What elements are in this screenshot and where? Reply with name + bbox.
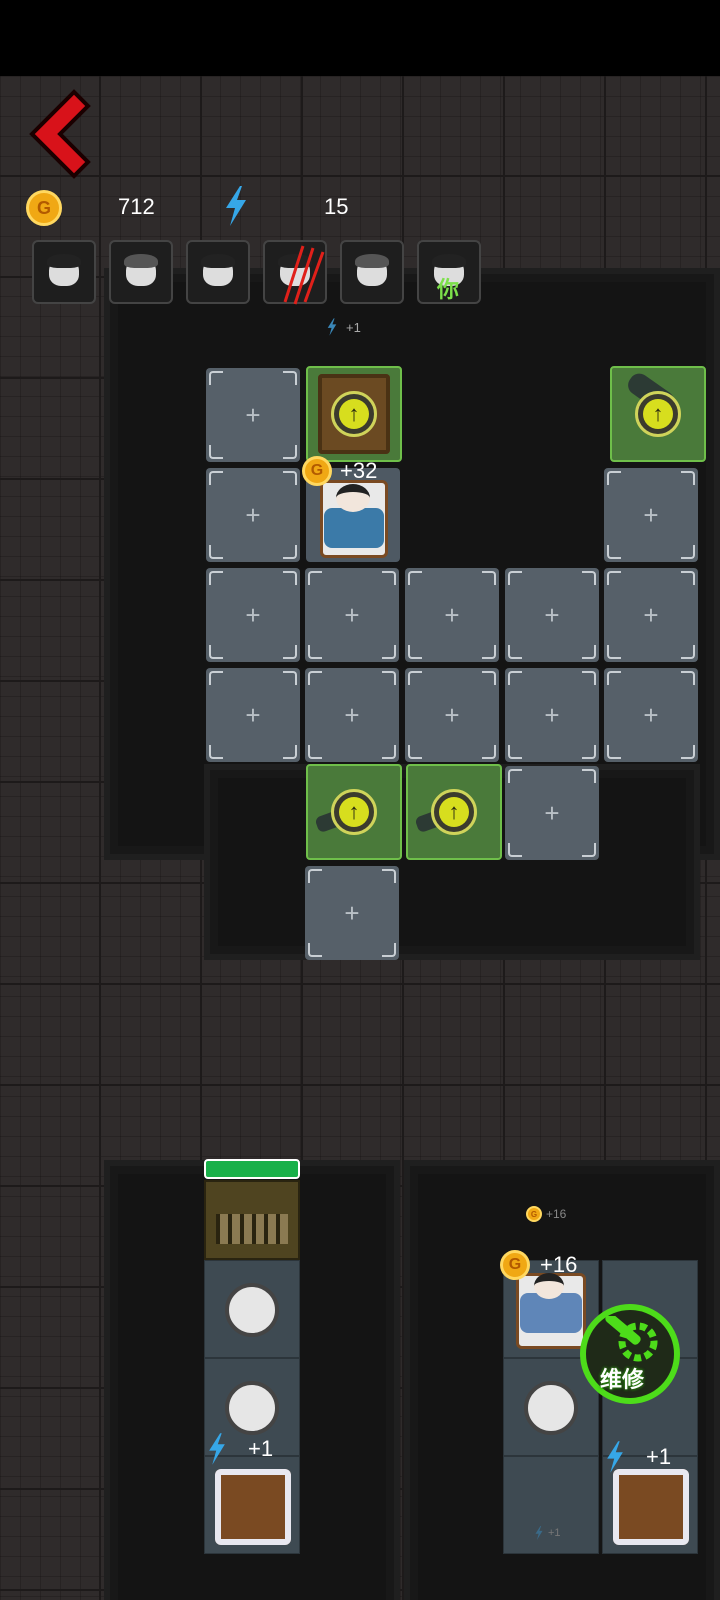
claw-scratch-icon (283, 245, 325, 305)
empty-build-slot[interactable]: + (405, 668, 499, 762)
generator-icon (215, 1469, 291, 1545)
generator-tile[interactable] (204, 1456, 300, 1554)
empty-build-slot[interactable]: + (604, 568, 698, 662)
empty-build-slot[interactable]: + (305, 668, 399, 762)
lightning-icon (607, 1441, 623, 1473)
empty-build-slot[interactable]: + (604, 468, 698, 562)
back-button[interactable] (22, 86, 94, 182)
you-label: 你 (437, 278, 460, 303)
empty-build-slot[interactable]: + (206, 668, 300, 762)
sleeper-face (336, 484, 370, 512)
door-upgrade-tile[interactable]: ↑ (306, 366, 402, 462)
upgrade-arrow-icon: ↑ (635, 391, 681, 437)
energy-gain-indicator: +1 (326, 318, 361, 336)
gate-hp-bar (204, 1159, 300, 1179)
gold-coin-icon: G (500, 1250, 530, 1280)
avatar-survivor-girl-2[interactable] (340, 240, 404, 304)
drill-icon (225, 1283, 279, 1337)
drill-tile[interactable] (204, 1260, 300, 1358)
plus-icon: + (344, 699, 360, 730)
empty-build-slot[interactable]: + (206, 568, 300, 662)
plus-icon: + (544, 699, 560, 730)
plus-icon: + (544, 797, 560, 828)
plus-icon: + (245, 399, 261, 430)
coin-gain-indicator: G +32 (302, 456, 377, 486)
blanket (324, 508, 384, 548)
plus-icon: + (344, 897, 360, 928)
back-arrow-icon (29, 89, 91, 179)
empty-build-slot[interactable]: + (505, 568, 599, 662)
plus-icon: + (444, 699, 460, 730)
avatar-survivor-you[interactable]: 你 (417, 240, 481, 304)
upgrade-arrow-icon: ↑ (431, 789, 477, 835)
lightning-icon (327, 318, 337, 336)
face-icon (124, 254, 158, 286)
face-icon (355, 254, 389, 286)
empty-build-slot[interactable]: + (305, 866, 399, 960)
drill-icon (225, 1381, 279, 1435)
energy-gain-indicator: +1 (206, 1432, 273, 1466)
plus-icon: + (643, 499, 659, 530)
lightning-icon (535, 1526, 543, 1540)
empty-build-slot[interactable]: + (305, 568, 399, 662)
plus-icon: + (245, 699, 261, 730)
repair-label: 维修 (600, 1368, 645, 1393)
plus-icon: + (344, 599, 360, 630)
gate-door[interactable] (204, 1180, 300, 1260)
plus-icon: + (444, 599, 460, 630)
empty-build-slot[interactable]: + (505, 668, 599, 762)
coin-count: 712 (118, 194, 155, 219)
avatar-survivor-boy[interactable] (32, 240, 96, 304)
plus-icon: + (643, 599, 659, 630)
empty-build-slot[interactable]: + (505, 766, 599, 860)
plus-icon: + (245, 599, 261, 630)
drill-icon (524, 1381, 578, 1435)
generator-icon (613, 1469, 689, 1545)
lightning-icon (209, 1433, 225, 1465)
turret-upgrade-tile[interactable]: ↑ (610, 366, 706, 462)
turret-upgrade-tile[interactable]: ↑ (406, 764, 502, 860)
energy-count: 15 (324, 194, 349, 219)
gold-coin-icon: G (526, 1206, 542, 1222)
empty-build-slot[interactable]: + (405, 568, 499, 662)
gold-coin-icon: G (26, 190, 62, 226)
blanket (520, 1293, 582, 1333)
plus-icon: + (643, 699, 659, 730)
avatar-survivor-girl-bun[interactable] (109, 240, 173, 304)
avatar-survivor-attacked[interactable] (263, 240, 327, 305)
energy-gain-indicator: +1 (604, 1440, 671, 1474)
avatar-survivor-girl-pigtails[interactable] (186, 240, 250, 304)
plus-icon: + (544, 599, 560, 630)
gold-coin-icon: G (302, 456, 332, 486)
face-icon (47, 254, 81, 286)
empty-build-slot[interactable]: + (604, 668, 698, 762)
lightning-icon (222, 186, 250, 231)
repair-button[interactable]: 维修 (580, 1304, 680, 1404)
turret-upgrade-tile[interactable]: ↑ (306, 764, 402, 860)
face-icon (201, 254, 235, 286)
upgrade-arrow-icon: ↑ (331, 789, 377, 835)
coin-gain-indicator: G +16 (500, 1250, 577, 1280)
coin-gain-indicator-small: G +16 (526, 1206, 566, 1222)
plus-icon: + (245, 499, 261, 530)
empty-build-slot[interactable]: + (206, 468, 300, 562)
upgrade-arrow-icon: ↑ (331, 391, 377, 437)
energy-gain-indicator-small: +1 (534, 1526, 561, 1540)
empty-build-slot[interactable]: + (206, 368, 300, 462)
gate-bars (216, 1214, 288, 1244)
